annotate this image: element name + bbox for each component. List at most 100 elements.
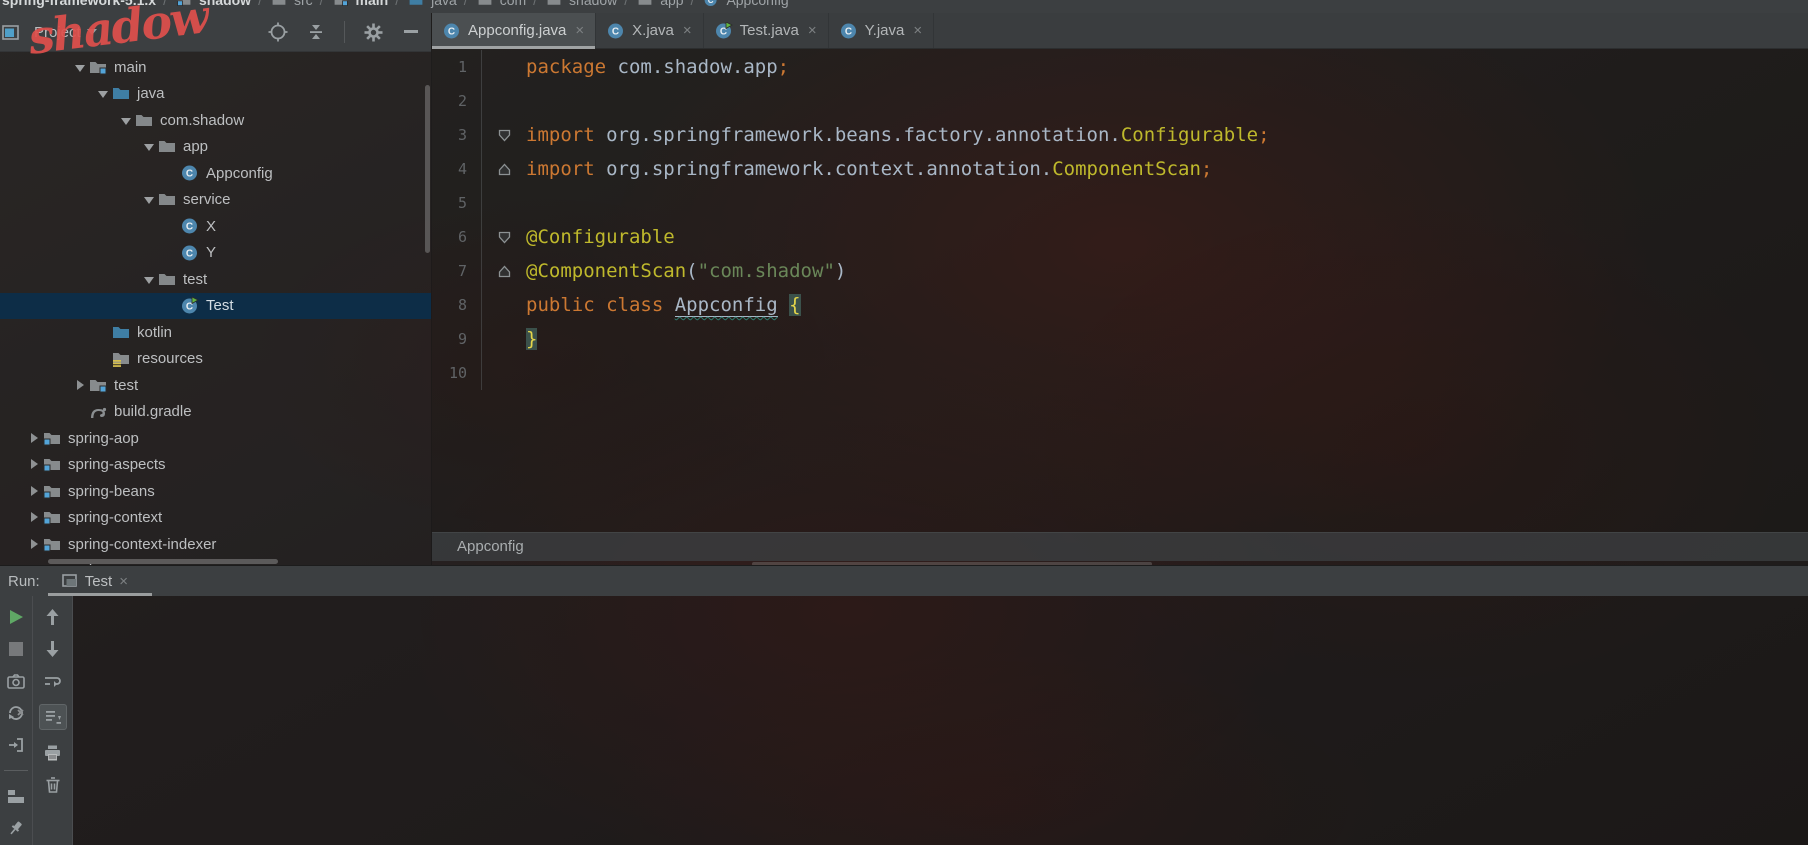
tree-expander-icon[interactable] [141, 138, 157, 155]
soft-wrap-icon[interactable] [43, 672, 63, 690]
tree-expander-icon[interactable] [141, 271, 157, 288]
breadcrumb-item[interactable]: com [475, 0, 526, 9]
breadcrumb-item[interactable]: main [331, 0, 388, 9]
editor-tab-bar: C Appconfig.java × C X.java × C Test.java × C Y.ja… [432, 13, 1808, 49]
project-tool-icon[interactable] [0, 24, 20, 40]
tree-item-resources[interactable]: resources [0, 346, 431, 373]
project-panel-title[interactable]: Project [34, 24, 81, 41]
close-icon[interactable]: × [119, 573, 128, 590]
tree-expander-icon[interactable] [26, 430, 42, 447]
run-tab-icon [61, 574, 78, 588]
code-line-2: 2 [432, 84, 1808, 118]
rerun-failed-icon[interactable] [6, 704, 26, 722]
code-editor[interactable]: 1 package com.shadow.app; 2 3 import org.spr… [432, 49, 1808, 532]
tree-item-spring-context[interactable]: spring-context [0, 505, 431, 532]
class-run-icon: C [715, 21, 733, 40]
editor-breadcrumb[interactable]: Appconfig [432, 532, 1808, 561]
close-icon[interactable]: × [575, 22, 584, 39]
layout-icon[interactable] [6, 787, 26, 805]
project-tree[interactable]: main java com.shadow app C Appconfig service C X… [0, 52, 431, 568]
tree-item-label: main [114, 58, 147, 76]
editor-tab-y-java[interactable]: C Y.java × [829, 13, 935, 48]
tree-expander-icon[interactable] [26, 483, 42, 500]
class-icon: C [840, 22, 858, 40]
print-icon[interactable] [43, 744, 63, 762]
locate-icon[interactable] [268, 22, 288, 42]
breadcrumb-item[interactable]: spring-framework-5.1.x [2, 0, 156, 8]
breadcrumb-item[interactable]: C Appconfig [701, 0, 789, 9]
tree-expander-icon[interactable] [26, 536, 42, 553]
tree-item-spring-context-indexer[interactable]: spring-context-indexer [0, 531, 431, 558]
stop-icon[interactable] [6, 640, 26, 658]
breadcrumb-item[interactable]: src [269, 0, 313, 9]
tree-expander-icon[interactable] [26, 456, 42, 473]
tree-item-java[interactable]: java [0, 81, 431, 108]
token-pl: org.springframework.context.annotation. [594, 158, 1053, 180]
down-icon[interactable] [43, 640, 63, 658]
tree-expander-icon[interactable] [118, 112, 134, 129]
close-icon[interactable]: × [683, 22, 692, 39]
tree-item-test[interactable]: test [0, 266, 431, 293]
chevron-collapsed-icon [30, 485, 38, 496]
rerun-icon[interactable] [6, 608, 26, 626]
tree-horizontal-scrollbar[interactable] [48, 559, 278, 564]
code-fold-icon[interactable] [482, 220, 526, 254]
token-st: "com.shadow" [697, 260, 835, 282]
tree-item-spring-aspects[interactable]: spring-aspects [0, 452, 431, 479]
tree-item-test[interactable]: C Test [0, 292, 431, 319]
collapse-all-icon[interactable] [306, 23, 326, 41]
tab-label: Appconfig.java [468, 22, 567, 39]
close-icon[interactable]: × [808, 22, 817, 39]
hide-icon[interactable] [401, 23, 421, 41]
editor-tab-x-java[interactable]: C X.java × [596, 13, 704, 48]
tree-item-app[interactable]: app [0, 134, 431, 161]
code-fold-icon[interactable] [482, 152, 526, 186]
tree-expander-icon[interactable] [72, 377, 88, 394]
code-fold-icon[interactable] [482, 118, 526, 152]
tree-expander-icon[interactable] [72, 59, 88, 76]
breadcrumb-label: java [431, 0, 457, 8]
tree-item-appconfig[interactable]: C Appconfig [0, 160, 431, 187]
tree-item-spring-aop[interactable]: spring-aop [0, 425, 431, 452]
breadcrumb-item[interactable]: java [406, 0, 457, 9]
run-actions-toolbar [0, 596, 32, 845]
package-icon [157, 191, 177, 208]
pin-icon[interactable] [6, 819, 26, 837]
breadcrumb-item[interactable]: shadow [174, 0, 251, 9]
tree-item-test[interactable]: test [0, 372, 431, 399]
tree-item-y[interactable]: CY [0, 240, 431, 267]
tree-expander-icon[interactable] [141, 191, 157, 208]
breadcrumb-item[interactable]: shadow [544, 0, 617, 9]
editor-tab-appconfig-java[interactable]: C Appconfig.java × [432, 13, 597, 49]
line-number: 4 [432, 152, 482, 186]
clear-icon[interactable] [43, 776, 63, 794]
tree-vertical-scrollbar[interactable] [425, 85, 430, 253]
class-icon: C [180, 164, 200, 182]
tree-item-kotlin[interactable]: kotlin [0, 319, 431, 346]
exit-icon[interactable] [6, 736, 26, 754]
tree-expander-icon[interactable] [95, 85, 111, 102]
tree-expander-icon[interactable] [26, 509, 42, 526]
tree-item-build-gradle[interactable]: build.gradle [0, 399, 431, 426]
code-text: } [526, 322, 538, 356]
editor-tab-test-java[interactable]: C Test.java × [704, 13, 829, 48]
tree-item-label: java [137, 85, 165, 103]
tree-item-service[interactable]: service [0, 187, 431, 214]
up-icon[interactable] [43, 608, 63, 626]
tree-item-spring-beans[interactable]: spring-beans [0, 478, 431, 505]
chevron-down-icon[interactable] [86, 28, 97, 36]
tree-item-main[interactable]: main [0, 54, 431, 81]
settings-icon[interactable] [363, 23, 383, 41]
code-fold-icon[interactable] [482, 254, 526, 288]
fold-gutter [482, 288, 526, 322]
tree-item-x[interactable]: CX [0, 213, 431, 240]
folder-source-icon [88, 59, 108, 76]
close-icon[interactable]: × [913, 22, 922, 39]
run-tab-test[interactable]: Test × [61, 573, 128, 590]
tree-item-com-shadow[interactable]: com.shadow [0, 107, 431, 134]
breadcrumb-item[interactable]: app [635, 0, 684, 9]
scroll-end-icon[interactable] [38, 704, 67, 730]
folder-icon [637, 0, 653, 7]
snapshot-icon[interactable] [6, 672, 26, 690]
run-console[interactable] [73, 596, 1808, 845]
